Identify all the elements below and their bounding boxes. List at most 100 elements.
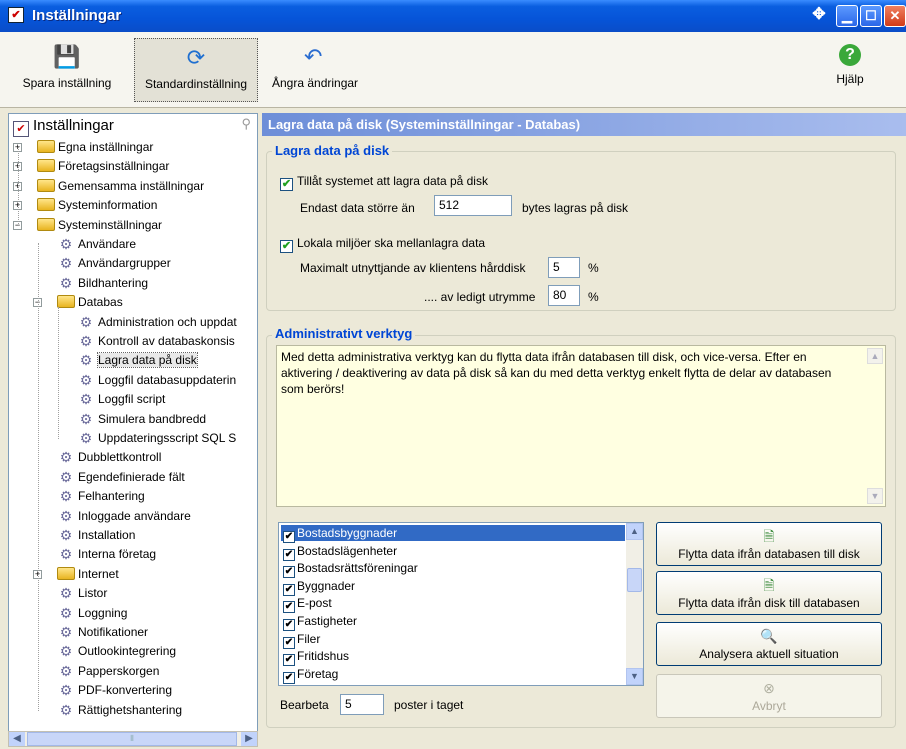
scroll-up-icon[interactable]: ▲ (626, 523, 643, 540)
list-item[interactable]: ✔ Bostadsrättsföreningar (281, 560, 625, 579)
scroll-left-icon[interactable]: ◀ (9, 732, 25, 746)
list-item[interactable]: ✔ Filer (281, 631, 625, 649)
check-icon[interactable]: ✔ (283, 548, 295, 561)
free-space-input[interactable]: 80 (548, 285, 580, 306)
tree-item[interactable]: ⚙ Interna företag (57, 545, 156, 564)
help-question-icon: ? (839, 44, 861, 66)
tree-item[interactable]: ⚙ Outlookintegrering (57, 642, 176, 661)
pin-icon[interactable]: ⚲ (241, 116, 251, 132)
max-usage-input[interactable]: 5 (548, 257, 580, 278)
tree-item[interactable]: ⚙ Listor (57, 584, 108, 603)
folder-icon (37, 140, 55, 153)
move-to-database-button[interactable]: 🗎 Flytta data ifrån disk till databasen (656, 571, 882, 615)
tree-item[interactable]: Företagsinställningar (37, 157, 169, 176)
tree-item[interactable]: ⚙ Bildhantering (57, 274, 148, 293)
tree-item[interactable]: ⚙ Lagra data på disk (77, 351, 198, 370)
move-icon[interactable]: ✥ (808, 5, 830, 27)
scroll-up-icon[interactable]: ▲ (867, 348, 883, 364)
free-space-label: .... av ledigt utrymme (424, 290, 536, 304)
scroll-thumb[interactable] (627, 568, 642, 592)
minimize-button[interactable]: ▁ (836, 5, 858, 27)
help-button[interactable]: ? Hjälp (830, 38, 870, 102)
tree-item[interactable]: ⚙ Användargrupper (57, 254, 171, 273)
gear-icon: ⚙ (59, 236, 73, 252)
tree-item[interactable]: ⚙ Egendefinierade fält (57, 468, 185, 487)
check-icon[interactable]: ✔ (283, 566, 295, 579)
tree-item[interactable]: ⚙ PDF-konvertering (57, 681, 172, 700)
batch-size-input[interactable]: 5 (340, 694, 384, 715)
standard-settings-button[interactable]: ⟳ Standardinställning (134, 38, 258, 102)
checklist-scrollbar[interactable]: ▲ ▼ (626, 523, 643, 685)
close-button[interactable]: ✕ (884, 5, 906, 27)
tree-item[interactable]: ⚙ Felhantering (57, 487, 145, 506)
tree-item-label: Felhantering (78, 489, 145, 504)
tree-item[interactable]: Systeminformation (37, 196, 157, 215)
list-item[interactable]: ✔ Bostadsbyggnader (281, 525, 625, 543)
check-icon[interactable]: ✔ (283, 671, 295, 684)
tree-item[interactable]: ⚙ Dubblettkontroll (57, 448, 162, 467)
tree-item-label: Systeminformation (58, 198, 158, 213)
tree-item[interactable]: Internet (57, 565, 119, 584)
scroll-down-icon[interactable]: ▼ (867, 488, 883, 504)
maximize-button[interactable]: ☐ (860, 5, 882, 27)
tree-item[interactable]: Systeminställningar (37, 216, 162, 235)
gear-icon: ⚙ (59, 255, 73, 272)
check-icon[interactable]: ✔ (283, 619, 295, 631)
analyze-label: Analysera aktuell situation (699, 647, 839, 661)
list-item[interactable]: ✔ Fastigheter (281, 613, 625, 631)
cancel-button[interactable]: ⊗ Avbryt (656, 674, 882, 718)
description-scrollbar[interactable]: ▲ ▼ (867, 348, 883, 504)
allow-storage-checkbox[interactable]: ✔ Tillåt systemet att lagra data på disk (280, 174, 488, 191)
tree-item[interactable]: ⚙ Uppdateringsscript SQL S (77, 429, 237, 448)
check-icon[interactable]: ✔ (283, 601, 295, 614)
min-size-input[interactable]: 512 (434, 195, 512, 216)
scroll-right-icon[interactable]: ▶ (241, 732, 257, 746)
storage-legend: Lagra data på disk (272, 143, 393, 158)
check-icon[interactable]: ✔ (283, 531, 295, 543)
tree-item[interactable]: Databas (57, 293, 123, 312)
local-cache-checkbox[interactable]: ✔ Lokala miljöer ska mellanlagra data (280, 236, 485, 253)
tree-item[interactable]: Egna inställningar (37, 138, 153, 157)
tree-item-label: Outlookintegrering (78, 644, 177, 659)
check-icon[interactable]: ✔ (283, 636, 295, 649)
tree-item-label: Notifikationer (78, 625, 149, 639)
save-settings-button[interactable]: 💾 Spara inställning (8, 38, 126, 102)
undo-changes-button[interactable]: ↶ Ångra ändringar (272, 38, 372, 102)
scroll-thumb[interactable]: ⦀ (27, 732, 237, 746)
gear-icon: ⚙ (59, 527, 73, 543)
standard-settings-label: Standardinställning (144, 77, 248, 91)
tree-item-label: Lagra data på disk (97, 352, 198, 369)
list-item[interactable]: ✔ Fritidshus (281, 648, 625, 667)
list-item[interactable]: ✔ E-post (281, 595, 625, 614)
move-to-disk-button[interactable]: 🗎 Flytta data ifrån databasen till disk (656, 522, 882, 566)
tree-item[interactable]: ⚙ Inloggade användare (57, 507, 191, 526)
tree-item[interactable]: ⚙ Loggfil databasuppdaterin (77, 371, 236, 390)
tree-item[interactable]: Gemensamma inställningar (37, 177, 204, 196)
list-item[interactable]: ✔ Bostadslägenheter (281, 543, 625, 561)
gear-icon: ⚙ (79, 371, 93, 388)
list-item[interactable]: ✔ Byggnader (281, 578, 625, 596)
tree-horizontal-scrollbar[interactable]: ◀ ⦀ ▶ (8, 731, 258, 747)
tree-item[interactable]: ⚙ Administration och uppdat (77, 313, 237, 332)
tree-item[interactable]: ⚙ Användare (57, 235, 136, 254)
check-icon[interactable]: ✔ (283, 583, 295, 596)
gear-icon: ⚙ (79, 333, 93, 349)
analyze-button[interactable]: 🔍 Analysera aktuell situation (656, 622, 882, 666)
tree-item[interactable]: ⚙ Kontroll av databaskonsis (77, 332, 235, 351)
tree-item[interactable]: ⚙ Papperskorgen (57, 662, 160, 681)
tree-line (18, 147, 19, 226)
settings-window: ✔ Inställningar ✥ ▁ ☐ ✕ 💾 Spara inställn… (0, 0, 906, 749)
scroll-down-icon[interactable]: ▼ (626, 668, 643, 685)
tree-item[interactable]: ⚙ Installation (57, 526, 136, 545)
list-item[interactable]: ✔ Företag (281, 666, 625, 684)
tree-item[interactable]: ⚙ Simulera bandbredd (77, 410, 206, 429)
move-to-disk-icon: 🗎 (763, 528, 775, 544)
tree-item[interactable]: ⚙ Rättighetshantering (57, 701, 182, 720)
local-cache-label: Lokala miljöer ska mellanlagra data (297, 236, 486, 250)
tree-item-label: Simulera bandbredd (98, 411, 207, 426)
tree-item[interactable]: ⚙ Loggfil script (77, 390, 166, 409)
tree-item[interactable]: ⚙ Notifikationer (57, 623, 148, 642)
folder-icon (37, 198, 55, 212)
tree-item[interactable]: ⚙ Loggning (57, 604, 128, 623)
check-icon[interactable]: ✔ (283, 654, 295, 667)
